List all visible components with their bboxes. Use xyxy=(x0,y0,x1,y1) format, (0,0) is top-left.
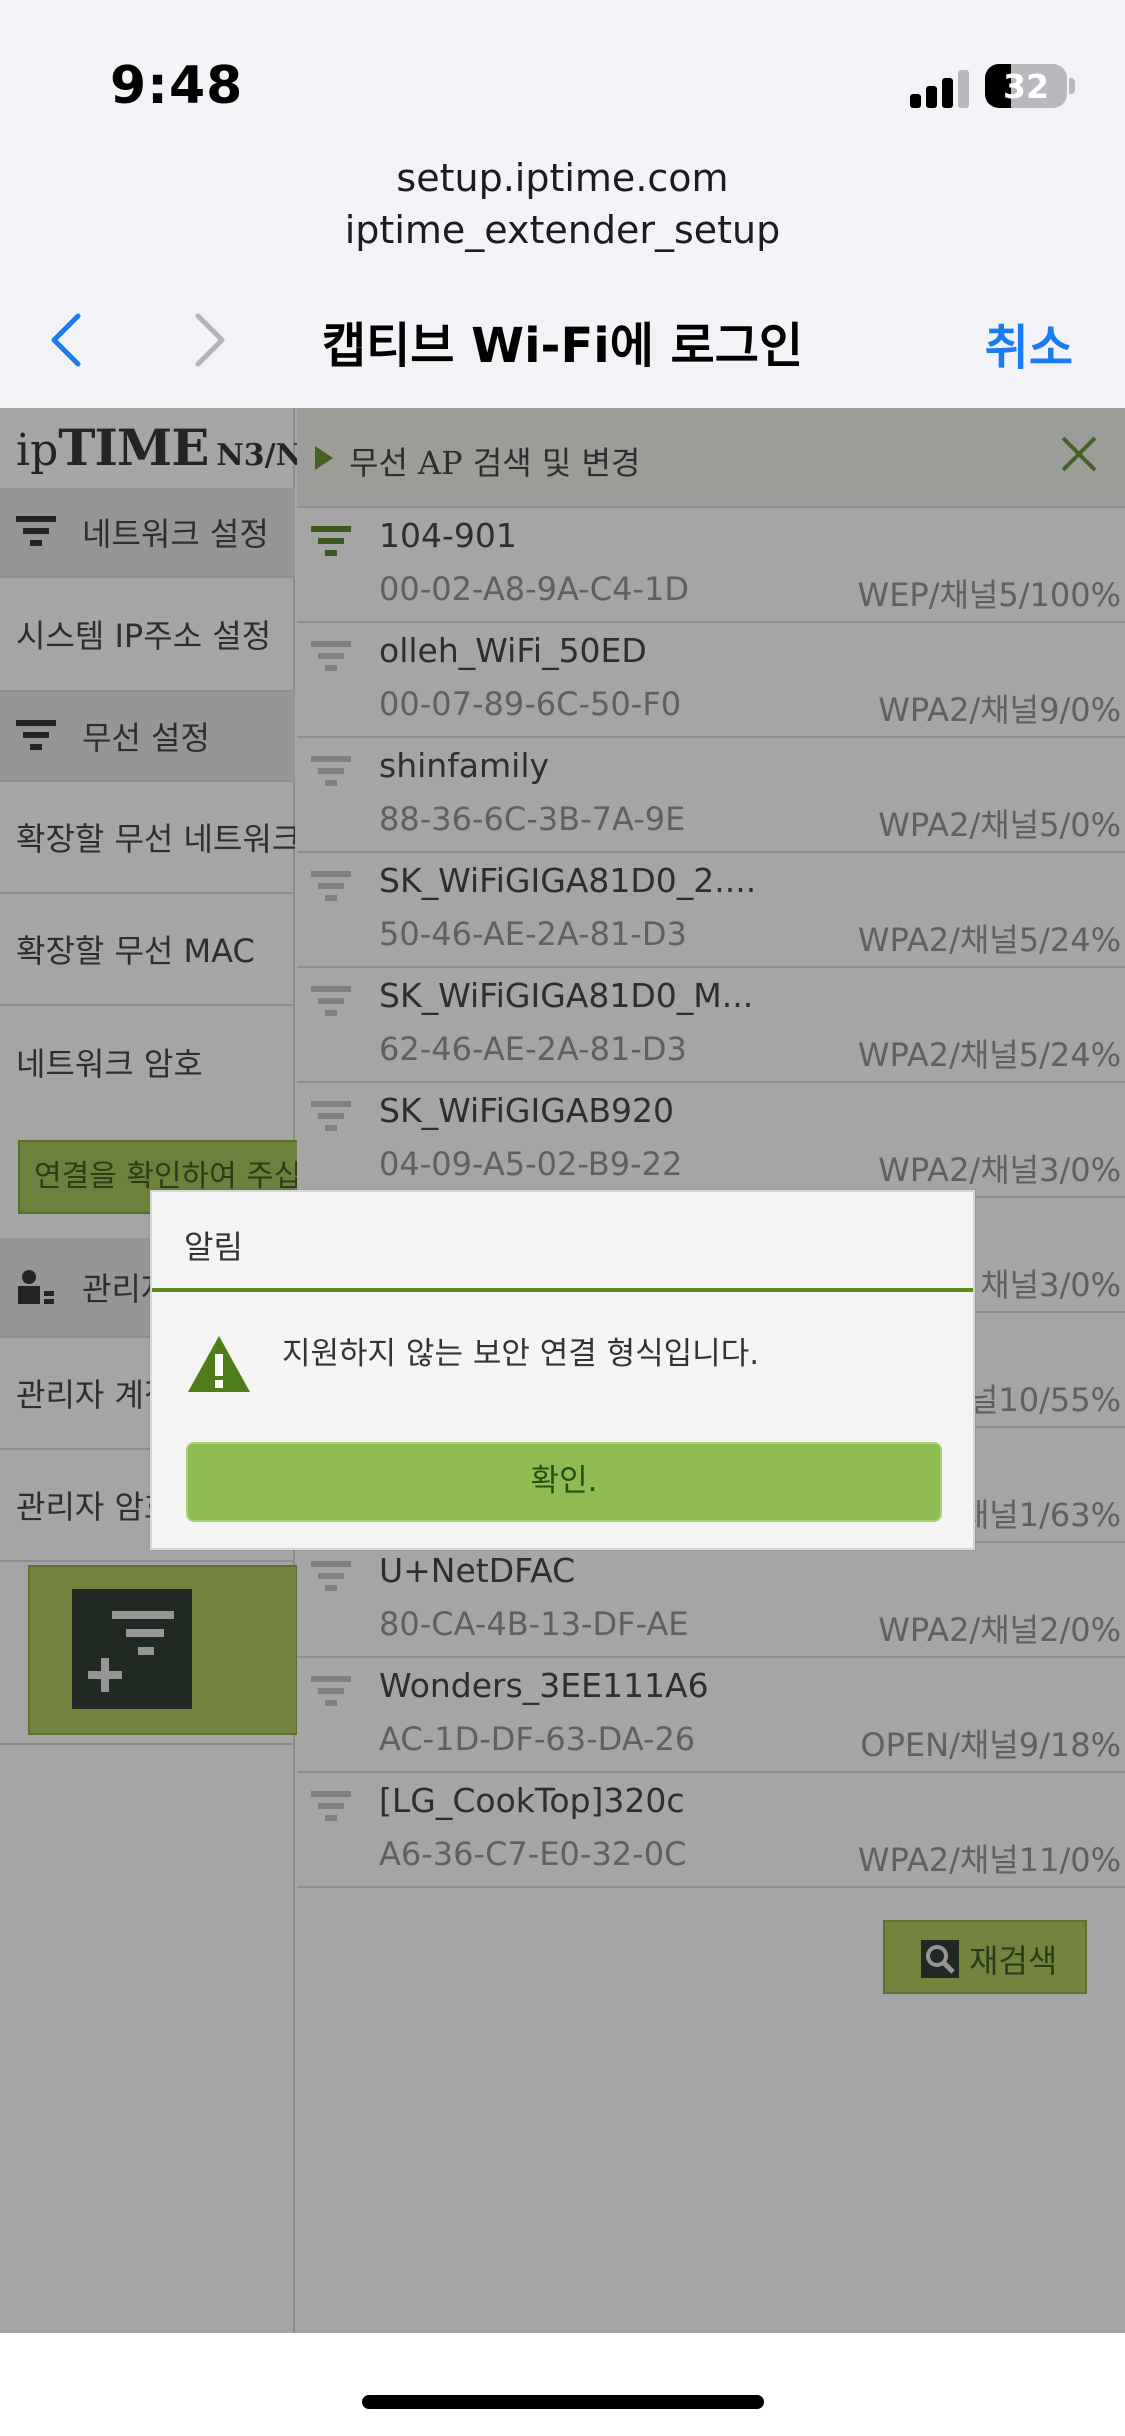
status-bar: 9:48 32 xyxy=(0,0,1125,150)
battery-icon: 32 xyxy=(985,64,1067,108)
status-time: 9:48 xyxy=(110,56,244,116)
warning-icon xyxy=(188,1336,250,1392)
alert-dialog: 알림 지원하지 않는 보안 연결 형식입니다. 확인. xyxy=(150,1190,975,1550)
home-indicator[interactable] xyxy=(362,2395,764,2409)
url-host: setup.iptime.com xyxy=(396,156,729,200)
captive-nav-bar: 캡티브 Wi-Fi에 로그인 취소 xyxy=(0,260,1125,408)
url-display: setup.iptime.com iptime_extender_setup xyxy=(0,150,1125,260)
battery-cap xyxy=(1069,78,1075,94)
page-title: 캡티브 Wi-Fi에 로그인 xyxy=(321,318,804,374)
cancel-button[interactable]: 취소 xyxy=(985,308,1073,378)
url-path: iptime_extender_setup xyxy=(344,208,781,252)
battery-level: 32 xyxy=(1003,67,1049,106)
bottom-safe-area xyxy=(0,2333,1125,2436)
dialog-title: 알림 xyxy=(184,1228,243,1266)
dialog-header: 알림 xyxy=(152,1192,973,1292)
dialog-message: 지원하지 않는 보안 연결 형식입니다. xyxy=(282,1336,760,1372)
cellular-signal-icon xyxy=(910,66,970,108)
ok-button[interactable]: 확인. xyxy=(186,1442,942,1522)
